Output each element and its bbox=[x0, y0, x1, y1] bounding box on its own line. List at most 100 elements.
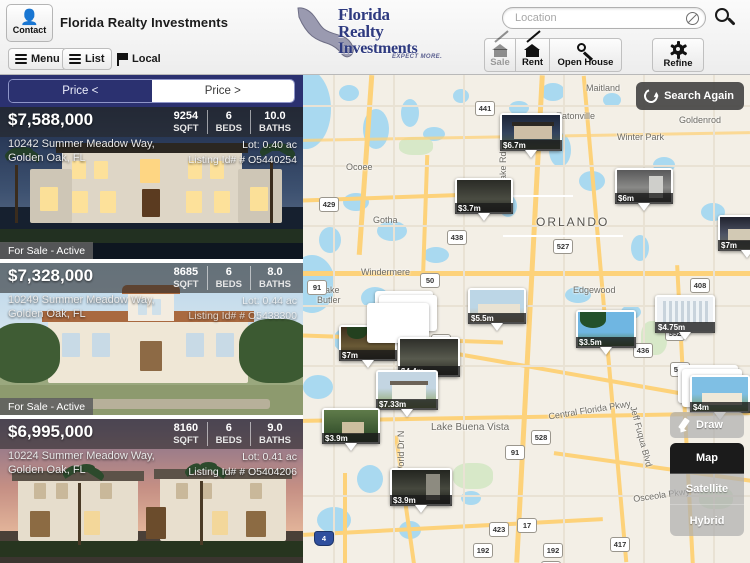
clear-circle-icon[interactable] bbox=[686, 12, 699, 25]
status-badge: For Sale - Active bbox=[0, 242, 94, 259]
marker-tail bbox=[478, 213, 490, 221]
marker-tail bbox=[491, 323, 503, 331]
brand-name: Florida Realty Investments bbox=[60, 15, 229, 30]
logo-tagline: EXPECT MORE. bbox=[392, 54, 443, 60]
listing-sqft: 8685 SQFT bbox=[173, 266, 199, 290]
map-type-selector[interactable]: Map Satellite Hybrid bbox=[670, 443, 744, 536]
map-type-satellite[interactable]: Satellite bbox=[670, 474, 744, 505]
water-body bbox=[423, 247, 449, 263]
listing-price: $6,995,000 bbox=[8, 422, 94, 441]
listing-card[interactable]: $7,328,000 8685 SQFT 6 BEDS 8.0 BATHS 10… bbox=[0, 263, 303, 415]
draw-button[interactable]: Draw bbox=[670, 412, 744, 438]
local-button[interactable]: Local bbox=[110, 48, 168, 70]
map-type-hybrid[interactable]: Hybrid bbox=[670, 505, 744, 536]
listing-baths: 9.0 BATHS bbox=[249, 422, 299, 446]
search-again-label: Search Again bbox=[664, 90, 734, 102]
map-marker[interactable]: $3.9m bbox=[322, 408, 380, 451]
search-again-button[interactable]: Search Again bbox=[636, 82, 744, 110]
map-marker[interactable]: $4.75m bbox=[655, 295, 715, 340]
listing-card[interactable]: $7,588,000 9254 SQFT 6 BEDS 10.0 BATHS 1… bbox=[0, 107, 303, 259]
flag-icon bbox=[117, 52, 128, 66]
listing-address: 10224 Summer Meadow Way, Golden Oak, FL bbox=[8, 450, 155, 476]
draw-button-label: Draw bbox=[696, 419, 723, 431]
contact-button-label: Contact bbox=[12, 24, 47, 35]
person-icon: 👤 bbox=[20, 8, 39, 26]
marker-tail bbox=[638, 203, 650, 211]
refine-button[interactable]: Refine bbox=[652, 38, 704, 72]
listing-stats: 8160 SQFT 6 BEDS 9.0 BATHS bbox=[165, 422, 299, 446]
street bbox=[503, 235, 623, 237]
listing-sqft: 8160 SQFT bbox=[173, 422, 199, 446]
open-house-filter-button[interactable]: Open House bbox=[550, 38, 622, 72]
sort-toolbar: Price < Price > bbox=[0, 75, 303, 107]
list-button-label: List bbox=[85, 53, 105, 65]
logo-line-2: Realty bbox=[338, 22, 384, 41]
water-body bbox=[541, 83, 565, 101]
listing-id: Listing Id# # O5404206 bbox=[188, 466, 297, 478]
house-sale-icon bbox=[491, 30, 509, 57]
listing-id: Listing Id# # O5438300 bbox=[188, 310, 297, 322]
map-marker[interactable]: $7.33m bbox=[376, 370, 438, 417]
location-search-field[interactable] bbox=[502, 7, 706, 29]
house-rent-icon bbox=[524, 30, 541, 57]
highway bbox=[343, 473, 347, 563]
search-input[interactable] bbox=[515, 8, 685, 28]
map-marker[interactable]: $3.9m bbox=[390, 468, 452, 513]
listing-price: $7,328,000 bbox=[8, 266, 94, 285]
listing-lot: Lot: 0.40 ac bbox=[242, 139, 297, 151]
open-house-filter-label: Open House bbox=[557, 57, 614, 68]
listing-baths: 10.0 BATHS bbox=[249, 110, 299, 134]
gear-icon bbox=[669, 40, 687, 59]
water-body bbox=[453, 89, 469, 103]
map-marker[interactable]: $4m bbox=[690, 375, 750, 420]
logo-wordmark: Florida Realty Investments bbox=[338, 6, 418, 57]
street bbox=[643, 75, 645, 563]
map-marker[interactable]: $5.5m bbox=[468, 288, 526, 331]
listing-sqft: 9254 SQFT bbox=[173, 110, 199, 134]
map-type-map[interactable]: Map bbox=[670, 443, 744, 474]
marker-tail bbox=[600, 347, 612, 355]
map-panel[interactable]: Maitland Eatonville Goldenrod Winter Par… bbox=[303, 75, 750, 563]
water-body bbox=[319, 227, 341, 253]
street bbox=[463, 75, 465, 563]
marker-tail bbox=[525, 150, 537, 158]
listing-lot: Lot: 0.41 ac bbox=[242, 451, 297, 463]
menu-button[interactable]: Menu bbox=[8, 48, 67, 70]
listing-beds: 6 BEDS bbox=[206, 110, 250, 134]
price-sort-segmented-control[interactable]: Price < Price > bbox=[8, 79, 295, 103]
marker-tail bbox=[679, 332, 691, 340]
marker-tail bbox=[362, 360, 374, 368]
listings-list[interactable]: $7,588,000 9254 SQFT 6 BEDS 10.0 BATHS 1… bbox=[0, 107, 303, 563]
contact-button[interactable]: 👤 Contact bbox=[6, 4, 53, 42]
list-icon bbox=[69, 52, 81, 66]
listing-address: 10249 Summer Meadow Way, Golden Oak, FL bbox=[8, 294, 155, 320]
marker-tail bbox=[401, 409, 413, 417]
map-marker[interactable]: $7m bbox=[718, 215, 750, 258]
water-body bbox=[357, 465, 383, 493]
rent-filter-button[interactable]: Rent bbox=[516, 30, 550, 72]
map-marker[interactable]: $3.5m bbox=[576, 310, 636, 355]
key-icon bbox=[576, 42, 595, 61]
sort-price-desc-button[interactable]: Price > bbox=[151, 80, 294, 102]
listing-meta: Lot: 0.44 ac Listing Id# # O5438300 bbox=[188, 294, 297, 324]
street bbox=[303, 225, 750, 227]
park-area bbox=[453, 463, 493, 489]
sort-price-asc-button[interactable]: Price < bbox=[9, 80, 152, 102]
listing-price: $7,588,000 bbox=[8, 110, 94, 129]
listing-card[interactable]: $6,995,000 8160 SQFT 6 BEDS 9.0 BATHS 10… bbox=[0, 419, 303, 563]
map-marker[interactable]: $6.7m bbox=[500, 113, 562, 158]
map-marker[interactable]: $6m bbox=[615, 168, 673, 211]
listing-meta: Lot: 0.41 ac Listing Id# # O5404206 bbox=[188, 450, 297, 480]
list-button[interactable]: List bbox=[62, 48, 112, 70]
sale-filter-button[interactable]: Sale bbox=[484, 30, 516, 72]
street bbox=[563, 75, 565, 563]
water-body bbox=[303, 375, 333, 399]
sale-filter-label: Sale bbox=[490, 57, 510, 68]
refine-button-label: Refine bbox=[663, 57, 693, 69]
search-icon[interactable] bbox=[712, 6, 738, 32]
listing-beds: 6 BEDS bbox=[206, 422, 250, 446]
map-marker[interactable]: $3.7m bbox=[455, 178, 513, 221]
listing-lot: Lot: 0.44 ac bbox=[242, 295, 297, 307]
water-body bbox=[401, 99, 419, 127]
listing-baths: 8.0 BATHS bbox=[249, 266, 299, 290]
